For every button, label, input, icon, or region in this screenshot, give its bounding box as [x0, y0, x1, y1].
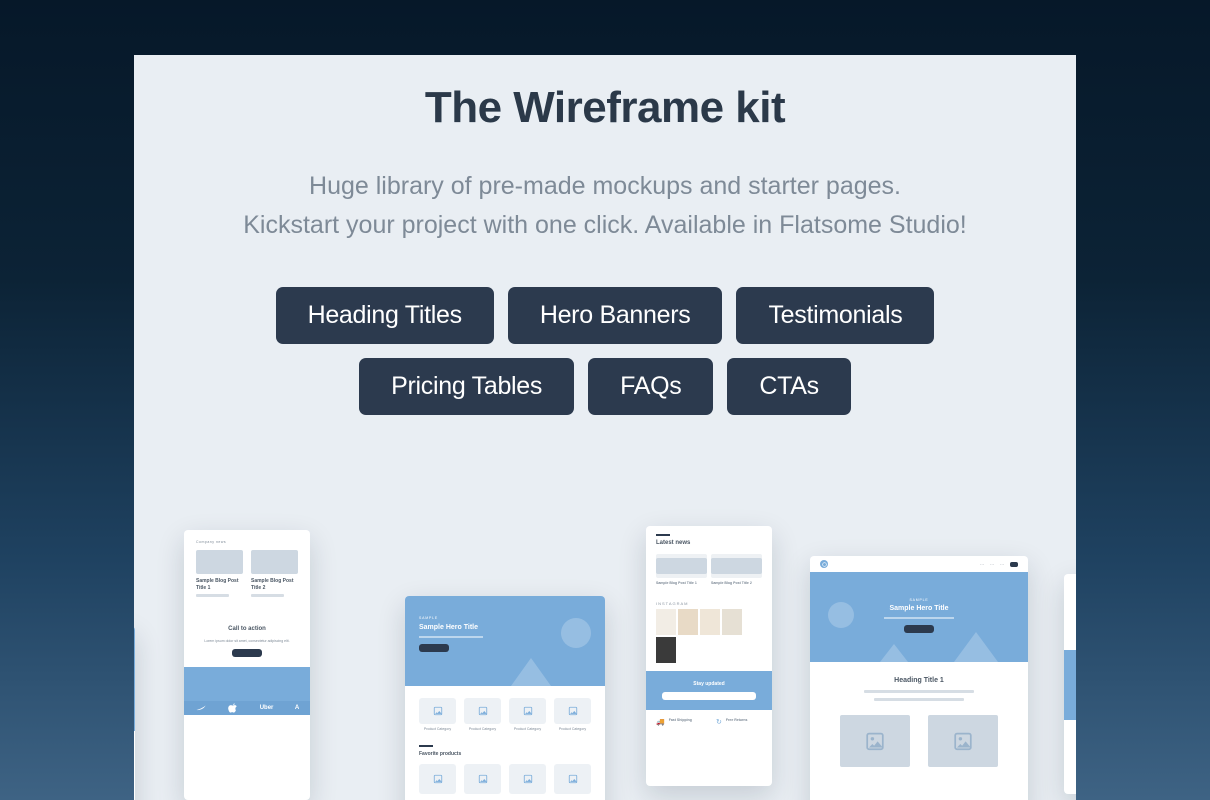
image-placeholder-icon — [478, 774, 488, 784]
adobe-icon: A — [295, 705, 299, 711]
latest-news-label: Latest news — [656, 540, 762, 548]
instagram-label: Instagram — [656, 601, 762, 606]
hero-button — [904, 625, 934, 633]
top-nav: ··· ··· ··· — [810, 556, 1028, 572]
hero-section: SAMPLE Sample Hero Title — [405, 596, 605, 686]
pricing-tables-button[interactable]: Pricing Tables — [359, 358, 574, 415]
image-placeholder-icon — [928, 715, 998, 767]
heading-title: Heading Title 1 — [826, 676, 1012, 685]
product-box — [554, 764, 591, 794]
nav-button — [1010, 562, 1018, 567]
mockup-column-1: Company news Sample Blog Post Title 1 Sa… — [134, 526, 378, 800]
truck-icon: 🚚 — [656, 718, 665, 726]
mockup-card-3b[interactable]: Who we are Lorem ipsum dolor sit amet co… — [1064, 574, 1076, 794]
post-title: Sample Blog Post Title 1 — [196, 578, 243, 591]
image-placeholder-icon — [711, 558, 762, 574]
cta-button — [232, 649, 262, 657]
subheading-line-2: Kickstart your project with one click. A… — [134, 206, 1076, 245]
section-label: Company news — [196, 540, 298, 544]
image-placeholder-icon — [840, 715, 910, 767]
page-title: The Wireframe kit — [134, 83, 1076, 133]
hero-section: SAMPLE Sample Hero Title — [810, 572, 1028, 662]
category-buttons: Heading Titles Hero Banners Testimonials… — [215, 287, 995, 415]
hero-title: Sample hero title — [134, 656, 135, 664]
heading-block: The Wireframe kit — [134, 55, 1076, 133]
product-box — [464, 764, 501, 794]
post-title: Sample Blog Post Title 2 — [251, 578, 298, 591]
image-placeholder-icon — [568, 774, 578, 784]
category-box — [509, 698, 546, 724]
product-box — [509, 764, 546, 794]
image-placeholder-icon — [568, 706, 578, 716]
cta-title: Call to action — [196, 626, 298, 634]
hero-section: Sample hero title — [134, 626, 135, 731]
mockups-row: Company news Sample Blog Post Title 1 Sa… — [134, 510, 1076, 800]
favorite-products-label: Favorite products — [419, 751, 591, 758]
mockup-card-1b[interactable]: Company news Sample Blog Post Title 1 Sa… — [184, 530, 310, 800]
refresh-icon: ↻ — [716, 718, 722, 726]
image-placeholder-icon — [656, 558, 707, 574]
mockup-column-3: Who we are Lorem ipsum dolor sit amet co… — [832, 526, 1076, 800]
logo-icon — [820, 560, 828, 568]
mockup-card-2a[interactable]: SAMPLE Sample Hero Title Product Categor… — [405, 596, 605, 800]
subheading-block: Huge library of pre-made mockups and sta… — [134, 167, 1076, 245]
hero-banners-button[interactable]: Hero Banners — [508, 287, 723, 344]
cta-body: Lorem ipsum dolor sit amet, consectetur … — [201, 639, 293, 643]
heading-titles-button[interactable]: Heading Titles — [276, 287, 494, 344]
mockup-card-3a[interactable]: ··· ··· ··· SAMPLE Sample Hero Title Hea… — [810, 556, 1028, 800]
apple-icon — [228, 703, 238, 713]
instagram-thumbs — [656, 609, 762, 663]
image-placeholder-icon — [433, 774, 443, 784]
mockup-card-1a[interactable]: Sample hero title TAGLINE Grow your busi… — [134, 626, 135, 800]
faqs-button[interactable]: FAQs — [588, 358, 713, 415]
category-box — [464, 698, 501, 724]
image-placeholder-icon — [433, 706, 443, 716]
category-box — [419, 698, 456, 724]
image-placeholder-icon — [251, 550, 298, 574]
mockup-column-2: Latest news Sample Blog Post Title 1 Sam… — [426, 526, 784, 800]
nav-link: ··· — [1000, 562, 1004, 567]
nav-link: ··· — [980, 562, 984, 567]
image-placeholder-icon — [523, 774, 533, 784]
hero-button — [419, 644, 449, 652]
brand-strip — [1064, 650, 1076, 720]
brand-logos-row: Uber A — [184, 701, 310, 715]
category-box — [554, 698, 591, 724]
stay-updated-strip: Stay updated — [646, 671, 772, 711]
product-box — [419, 764, 456, 794]
testimonials-button[interactable]: Testimonials — [736, 287, 934, 344]
mockup-card-2b[interactable]: Latest news Sample Blog Post Title 1 Sam… — [646, 526, 772, 786]
uber-icon: Uber — [260, 705, 274, 711]
image-placeholder-icon — [196, 550, 243, 574]
nike-icon — [195, 702, 207, 714]
nav-link: ··· — [990, 562, 994, 567]
image-placeholder-icon — [523, 706, 533, 716]
wireframe-kit-panel: The Wireframe kit Huge library of pre-ma… — [134, 55, 1076, 800]
subheading-line-1: Huge library of pre-made mockups and sta… — [134, 167, 1076, 206]
blue-cta-strip — [184, 667, 310, 701]
image-placeholder-icon — [478, 706, 488, 716]
ctas-button[interactable]: CTAs — [727, 358, 850, 415]
